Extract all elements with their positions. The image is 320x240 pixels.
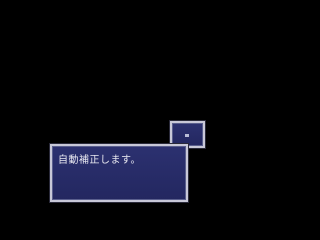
message-text: 自動補正します。 xyxy=(58,155,141,166)
square-cursor-icon xyxy=(185,134,189,137)
game-screen: 自動補正します。 xyxy=(0,0,256,212)
message-window[interactable]: 自動補正します。 xyxy=(50,144,188,202)
